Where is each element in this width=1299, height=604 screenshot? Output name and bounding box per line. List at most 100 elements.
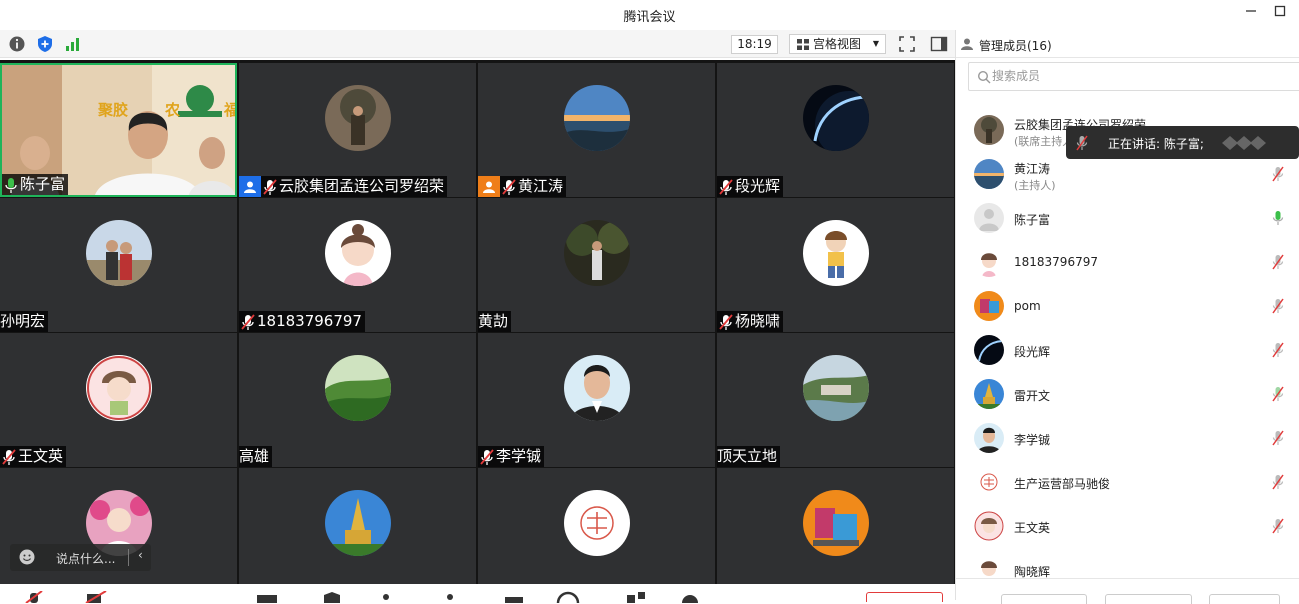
members-icon[interactable]: [374, 591, 398, 603]
member-search-input[interactable]: [992, 66, 1242, 86]
participant-name-tag: 云胶集团孟连公司罗绍荣: [239, 176, 448, 197]
chat-placeholder: 说点什么...: [56, 552, 116, 566]
participant-avatar: [564, 355, 630, 421]
member-row[interactable]: 雷开文: [956, 372, 1299, 416]
mic-muted-icon: [502, 178, 516, 195]
chat-icon[interactable]: [502, 591, 526, 603]
video-tile[interactable]: 黄劼: [478, 198, 715, 332]
video-tile[interactable]: 黄江涛: [478, 63, 715, 197]
members-panel-header: 管理成员(16): [956, 30, 1299, 58]
participant-name: 高雄: [239, 447, 270, 465]
member-row[interactable]: pom: [956, 284, 1299, 328]
mic-muted-icon[interactable]: [1272, 386, 1284, 402]
member-row[interactable]: 陈子富: [956, 196, 1299, 240]
search-icon: [977, 70, 991, 84]
person-icon: [961, 38, 973, 50]
mic-muted-icon[interactable]: [1272, 474, 1284, 490]
participant-avatar: [564, 85, 630, 151]
chat-input-bar[interactable]: 说点什么... ‹: [10, 544, 151, 571]
member-name: 陈子富: [1014, 213, 1051, 227]
record-icon[interactable]: [556, 591, 580, 603]
security-shield-icon[interactable]: [36, 35, 54, 53]
cohost-badge-icon: [478, 176, 500, 197]
mic-muted-icon[interactable]: [1272, 342, 1284, 358]
maximize-button[interactable]: [1270, 4, 1290, 24]
settings-gear-icon[interactable]: [678, 591, 702, 603]
participant-name: 李学铖: [496, 447, 542, 465]
member-row[interactable]: 陶晓辉: [956, 548, 1299, 578]
member-name: 段光辉: [1014, 345, 1051, 359]
video-tile[interactable]: 云胶集团孟连公司罗绍荣: [239, 63, 476, 197]
video-tile[interactable]: 聚胶 农 福 陈子富: [0, 63, 237, 197]
member-row[interactable]: 生产运营部马驰俊: [956, 460, 1299, 504]
member-search-box[interactable]: [968, 62, 1299, 91]
participant-name: 18183796797: [257, 312, 362, 330]
video-tile[interactable]: [478, 468, 715, 584]
share-screen-icon[interactable]: [255, 591, 279, 603]
mic-muted-icon: [241, 313, 255, 330]
mic-on-icon[interactable]: [1272, 210, 1284, 226]
mute-all-button[interactable]: [1001, 594, 1087, 604]
invite-icon[interactable]: [438, 591, 462, 603]
member-name: 陶晓辉: [1014, 565, 1051, 578]
member-name: 黄江涛: [1014, 162, 1051, 176]
video-tile[interactable]: 段光辉: [717, 63, 954, 197]
video-tile[interactable]: 顶天立地: [717, 333, 954, 467]
participant-name: 王文英: [18, 447, 64, 465]
member-name: 18183796797: [1014, 255, 1098, 269]
video-tile[interactable]: 高雄: [239, 333, 476, 467]
fullscreen-icon[interactable]: [898, 35, 916, 53]
unmute-all-button[interactable]: [1105, 594, 1192, 604]
emoji-icon[interactable]: [18, 548, 36, 566]
video-tile[interactable]: 18183796797: [239, 198, 476, 332]
member-role: (主持人): [1014, 179, 1056, 192]
more-button[interactable]: [1209, 594, 1280, 604]
member-avatar: [974, 511, 1004, 541]
side-panel-toggle-icon[interactable]: [930, 35, 948, 53]
maximize-icon: [1274, 5, 1286, 17]
security-icon[interactable]: [320, 591, 344, 603]
meeting-toolbar: 18:19 宫格视图 ▼: [0, 30, 955, 58]
speaking-text: 正在讲话: 陈子富;: [1108, 137, 1204, 151]
mic-muted-icon[interactable]: [1272, 518, 1284, 534]
mic-muted-icon[interactable]: [1272, 430, 1284, 446]
mic-muted-icon[interactable]: [1272, 166, 1284, 182]
video-off-icon[interactable]: [84, 591, 108, 603]
mic-muted-icon: [2, 448, 16, 465]
participant-avatar: [325, 490, 391, 556]
mic-on-icon: [5, 177, 17, 193]
member-avatar: [974, 247, 1004, 277]
view-mode-label: 宫格视图: [813, 37, 862, 51]
video-tile[interactable]: 李学铖: [478, 333, 715, 467]
mic-muted-icon[interactable]: [1272, 254, 1284, 270]
participant-avatar: [803, 490, 869, 556]
member-row[interactable]: 18183796797: [956, 240, 1299, 284]
member-avatar: [974, 467, 1004, 497]
apps-icon[interactable]: [624, 591, 648, 603]
participant-name-tag: 顶天立地: [717, 446, 781, 467]
video-tile[interactable]: 杨晓啸: [717, 198, 954, 332]
member-row[interactable]: 李学铖: [956, 416, 1299, 460]
window-title: 腾讯会议: [623, 10, 676, 25]
info-icon[interactable]: [8, 35, 26, 53]
end-meeting-button[interactable]: [866, 592, 943, 602]
video-tile[interactable]: 王文英: [0, 333, 237, 467]
minimize-button[interactable]: [1241, 4, 1261, 24]
mic-muted-icon[interactable]: [1272, 298, 1284, 314]
participant-avatar: [86, 355, 152, 421]
participant-avatar: [325, 85, 391, 151]
sign-text-right: 福: [223, 101, 237, 119]
member-row[interactable]: 王文英: [956, 504, 1299, 548]
video-tile[interactable]: [717, 468, 954, 584]
view-mode-dropdown[interactable]: 宫格视图 ▼: [789, 34, 886, 54]
member-name: 雷开文: [1014, 389, 1051, 403]
mute-icon[interactable]: [22, 591, 46, 603]
participant-name: 杨晓啸: [735, 312, 781, 330]
participant-name: 黄劼: [478, 312, 509, 330]
member-row[interactable]: 段光辉: [956, 328, 1299, 372]
video-tile[interactable]: 孙明宏: [0, 198, 237, 332]
collapse-chevron-icon[interactable]: ‹: [138, 548, 143, 562]
network-signal-icon[interactable]: [64, 35, 82, 53]
redacted-blur: [1222, 136, 1266, 150]
video-tile[interactable]: [239, 468, 476, 584]
